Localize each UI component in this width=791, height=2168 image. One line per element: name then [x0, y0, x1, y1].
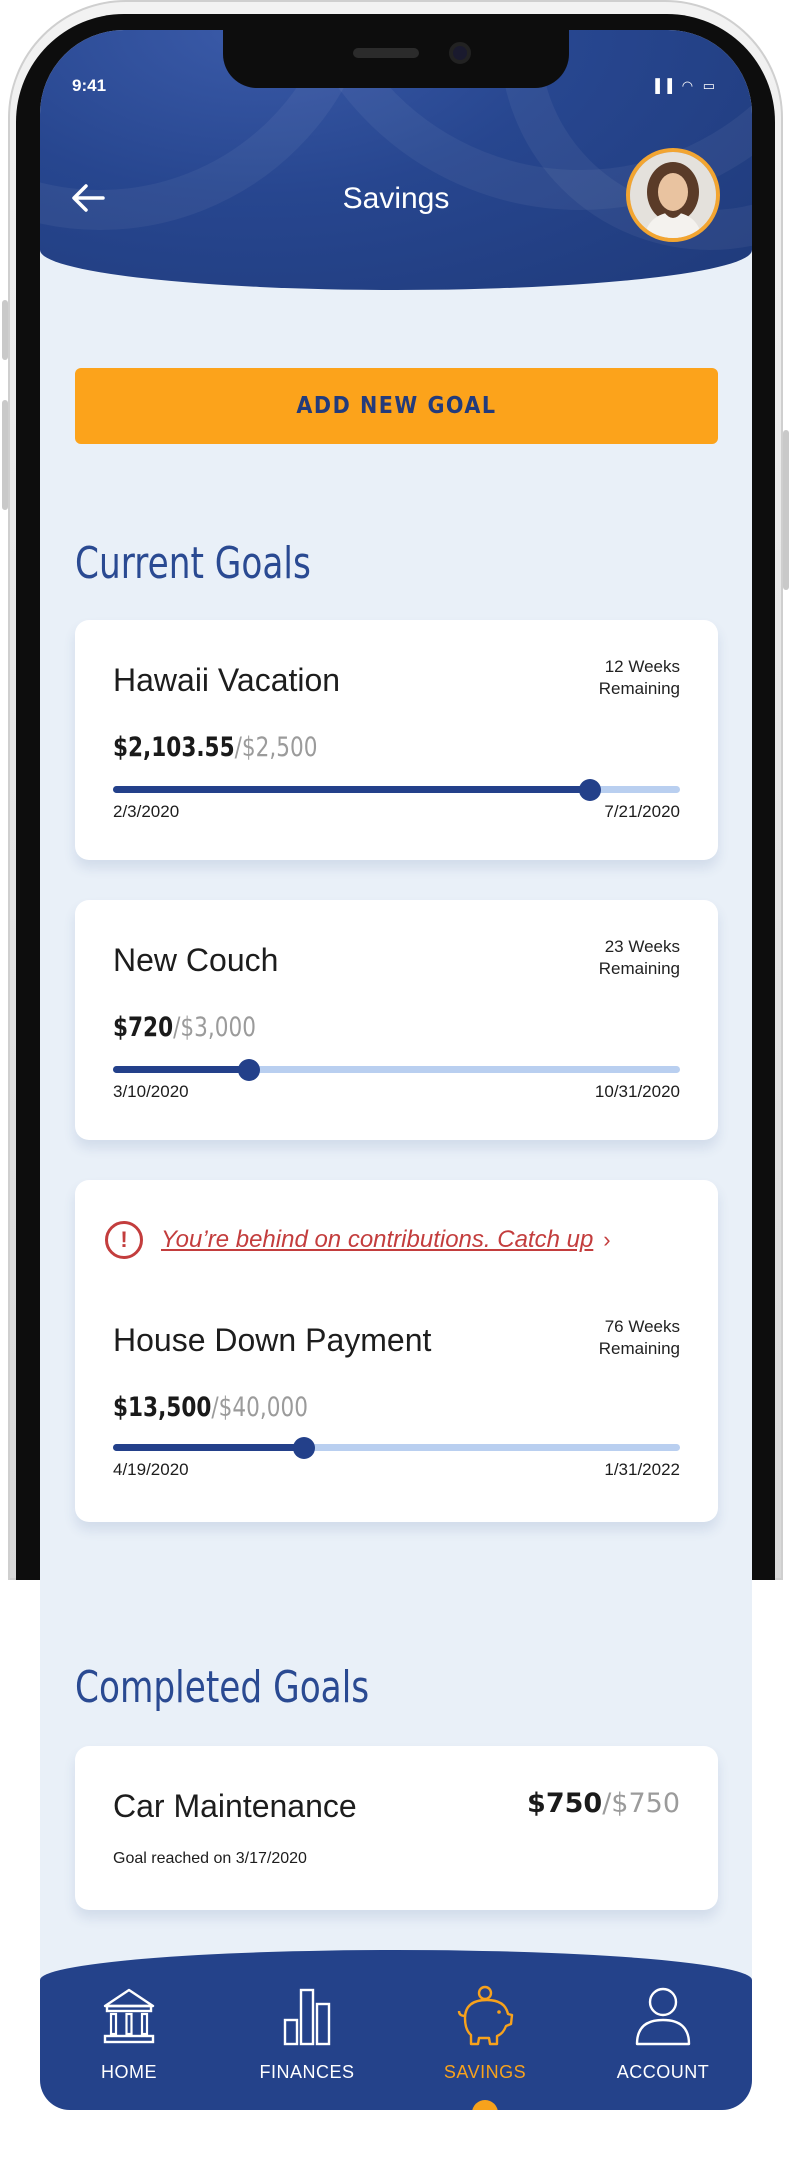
- camera-icon: [449, 42, 471, 64]
- completed-goal-card[interactable]: Car Maintenance $750/$750 Goal reached o…: [75, 1746, 718, 1910]
- saved-amount: $720: [113, 1012, 174, 1043]
- goal-name: House Down Payment: [113, 1322, 432, 1358]
- bar-chart-icon: [283, 1988, 331, 2046]
- goal-name: New Couch: [113, 942, 279, 978]
- side-button: [2, 300, 8, 360]
- goal-amount: $720/$3,000: [113, 1012, 256, 1043]
- goal-amount: $13,500/$40,000: [113, 1392, 308, 1423]
- current-goals-heading: Current Goals: [75, 538, 311, 589]
- chevron-right-icon: ›: [603, 1227, 611, 1252]
- progress-track: [113, 1059, 680, 1081]
- warning-link[interactable]: You’re behind on contributions. Catch up: [161, 1226, 593, 1254]
- progress-knob: [293, 1437, 316, 1459]
- app-screen: 9:41 ▐▐ ◠ ▭ Savings ADD NEW GOAL Current…: [40, 30, 752, 2110]
- add-new-goal-button[interactable]: ADD NEW GOAL: [75, 368, 718, 444]
- nav-label: HOME: [101, 2062, 157, 2082]
- avatar[interactable]: [626, 148, 720, 242]
- goal-reached-date: Goal reached on 3/17/2020: [113, 1850, 307, 1867]
- end-date: 7/21/2020: [604, 802, 680, 821]
- progress-fill: [113, 786, 591, 793]
- goal-card-house-down-payment[interactable]: ! You’re behind on contributions. Catch …: [75, 1180, 718, 1522]
- weeks-remaining: 12 Weeks Remaining: [599, 656, 680, 700]
- end-date: 1/31/2022: [604, 1460, 680, 1479]
- goal-amount: $2,103.55/$2,500: [113, 732, 317, 763]
- target-amount: /$40,000: [211, 1392, 308, 1423]
- progress-fill: [113, 1444, 305, 1451]
- speaker-grille: [353, 48, 419, 58]
- goal-amount: $750/$750: [527, 1788, 680, 1819]
- target-amount: /$2,500: [234, 732, 318, 763]
- avatar-portrait: [630, 152, 716, 238]
- nav-savings[interactable]: SAVINGS: [396, 1950, 574, 2110]
- status-time: 9:41: [72, 76, 107, 95]
- weeks-remaining: 76 Weeks Remaining: [599, 1316, 680, 1360]
- bottom-nav: HOME FINANCES SAVINGS ACCOUNT: [40, 1950, 752, 2110]
- nav-label: FINANCES: [259, 2062, 355, 2082]
- completed-goals-heading: Completed Goals: [75, 1662, 370, 1713]
- phone-notch: [223, 30, 569, 88]
- goal-name: Hawaii Vacation: [113, 662, 341, 698]
- saved-amount: $750: [527, 1788, 603, 1819]
- nav-label: ACCOUNT: [616, 2062, 710, 2082]
- progress-knob: [579, 779, 602, 801]
- alert-icon: !: [105, 1221, 143, 1259]
- user-icon: [635, 1987, 691, 2046]
- status-icons: ▐▐ ◠ ▭: [650, 78, 718, 93]
- saved-amount: $2,103.55: [113, 732, 235, 763]
- start-date: 3/10/2020: [113, 1082, 189, 1101]
- progress-knob: [238, 1059, 261, 1081]
- goal-card-new-couch[interactable]: New Couch 23 Weeks Remaining $720/$3,000…: [75, 900, 718, 1140]
- active-indicator: [472, 2100, 498, 2110]
- target-amount: /$3,000: [173, 1012, 256, 1043]
- target-amount: /$750: [602, 1788, 680, 1819]
- side-button: [783, 430, 789, 590]
- remaining-label: Remaining: [598, 1339, 680, 1358]
- bank-icon: [103, 1988, 155, 2044]
- progress-fill: [113, 1066, 250, 1073]
- nav-finances[interactable]: FINANCES: [218, 1950, 396, 2110]
- weeks-remaining: 23 Weeks Remaining: [599, 936, 680, 980]
- end-date: 10/31/2020: [594, 1082, 680, 1101]
- side-button: [2, 400, 8, 510]
- start-date: 4/19/2020: [113, 1460, 189, 1479]
- piggy-bank-icon: [457, 1985, 514, 2046]
- nav-home[interactable]: HOME: [40, 1950, 218, 2110]
- contribution-warning[interactable]: ! You’re behind on contributions. Catch …: [105, 1220, 611, 1260]
- nav-label: SAVINGS: [443, 2062, 527, 2082]
- goal-card-hawaii-vacation[interactable]: Hawaii Vacation 12 Weeks Remaining $2,10…: [75, 620, 718, 860]
- progress-track: [113, 779, 680, 801]
- start-date: 2/3/2020: [113, 802, 180, 821]
- weeks-count: 23 Weeks: [604, 937, 680, 956]
- weeks-count: 76 Weeks: [604, 1317, 680, 1336]
- remaining-label: Remaining: [598, 679, 680, 698]
- saved-amount: $13,500: [113, 1392, 212, 1423]
- nav-account[interactable]: ACCOUNT: [574, 1950, 752, 2110]
- goal-name: Car Maintenance: [113, 1788, 357, 1824]
- remaining-label: Remaining: [598, 959, 680, 978]
- weeks-count: 12 Weeks: [604, 657, 680, 676]
- progress-track: [113, 1437, 680, 1459]
